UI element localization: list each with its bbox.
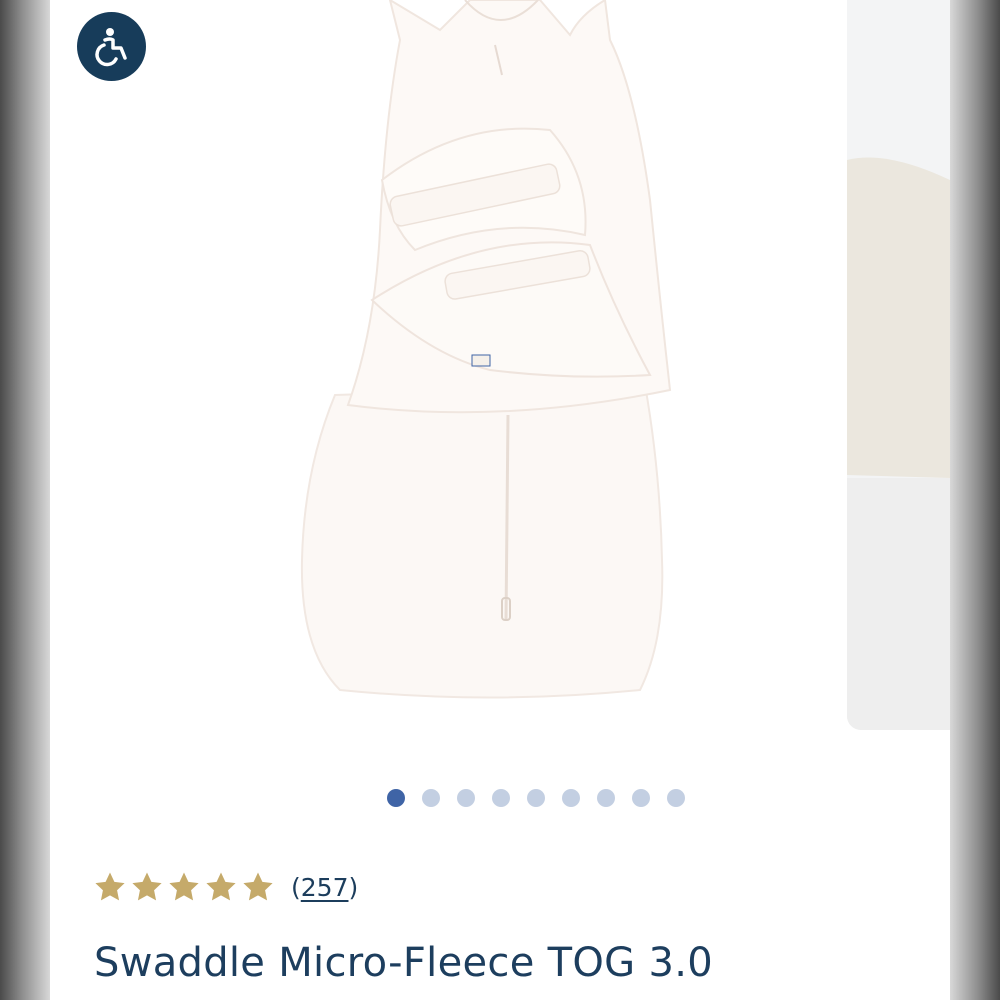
next-slide-preview[interactable] bbox=[847, 0, 950, 730]
next-slide-image bbox=[847, 0, 950, 730]
product-image-sleep-sack[interactable] bbox=[240, 0, 680, 705]
carousel-dot[interactable] bbox=[492, 789, 510, 807]
product-page: (257) Swaddle Micro-Fleece TOG 3.0 bbox=[50, 0, 950, 1000]
phone-frame-right bbox=[950, 0, 1000, 1000]
rating-stars bbox=[93, 870, 275, 904]
accessibility-button[interactable] bbox=[77, 12, 146, 81]
carousel-pagination bbox=[387, 789, 685, 807]
star-icon bbox=[95, 872, 125, 901]
carousel-dot[interactable] bbox=[597, 789, 615, 807]
star-icon bbox=[206, 872, 236, 901]
carousel-dot[interactable] bbox=[457, 789, 475, 807]
carousel-dot[interactable] bbox=[667, 789, 685, 807]
review-count-number: 257 bbox=[300, 872, 349, 902]
star-icon bbox=[243, 872, 273, 901]
review-count-link[interactable]: (257) bbox=[291, 873, 358, 902]
product-title: Swaddle Micro-Fleece TOG 3.0 bbox=[94, 940, 713, 986]
star-icon bbox=[169, 872, 199, 901]
accessibility-icon bbox=[94, 27, 127, 66]
star-icon bbox=[132, 872, 162, 901]
carousel-dot[interactable] bbox=[387, 789, 405, 807]
carousel-dot[interactable] bbox=[632, 789, 650, 807]
carousel-dot[interactable] bbox=[562, 789, 580, 807]
carousel-dot[interactable] bbox=[527, 789, 545, 807]
phone-frame-left bbox=[0, 0, 50, 1000]
product-rating: (257) bbox=[93, 870, 358, 904]
carousel-dot[interactable] bbox=[422, 789, 440, 807]
